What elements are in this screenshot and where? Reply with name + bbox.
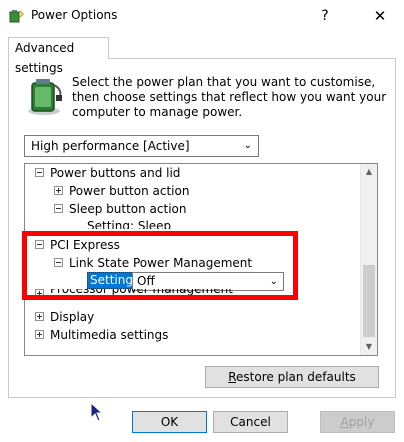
close-button[interactable]: ✕ <box>362 2 398 30</box>
window-title: Power Options <box>31 8 118 22</box>
scrollbar-thumb[interactable] <box>363 265 375 337</box>
tree-item-label: Link State Power Management <box>69 256 253 270</box>
tree-item-power-buttons-and-lid[interactable]: Power buttons and lid <box>35 164 180 182</box>
tree-item-power-button-action[interactable]: Power button action <box>54 182 189 200</box>
collapse-icon[interactable] <box>54 258 63 267</box>
restore-plan-defaults-button[interactable]: Restore plan defaults <box>205 366 379 388</box>
expand-icon[interactable] <box>35 312 44 321</box>
apply-access-key: A <box>340 415 349 429</box>
collapse-icon[interactable] <box>54 204 63 213</box>
restore-label: estore plan defaults <box>236 370 356 384</box>
chevron-down-icon: ⌄ <box>243 140 252 151</box>
tree-item-label: Sleep button action <box>69 202 187 216</box>
tree-item-sleep-button-action[interactable]: Sleep button action <box>54 200 186 218</box>
tree-item-label: Processor power management <box>50 289 233 296</box>
expand-icon[interactable] <box>35 330 44 339</box>
tree-item-label: Power buttons and lid <box>50 166 181 180</box>
power-options-icon <box>9 10 24 23</box>
tree-item-label: Power button action <box>69 184 190 198</box>
tree-item-label: PCI Express <box>50 238 120 252</box>
battery-icon <box>28 79 62 115</box>
title-bar: Power Options ? ✕ <box>0 0 404 32</box>
restore-access-key: R <box>228 370 237 384</box>
mouse-cursor-icon <box>90 402 104 422</box>
tree-item-sleep-setting[interactable]: Setting: Sleep <box>87 217 171 229</box>
tree-item-pci-express[interactable]: PCI Express <box>35 236 120 254</box>
tree-item-display[interactable]: Display <box>35 308 94 326</box>
apply-label: pply <box>348 415 375 429</box>
ok-button[interactable]: OK <box>132 411 207 433</box>
expand-icon[interactable] <box>54 186 63 195</box>
tree-item-label: Display <box>50 310 95 324</box>
power-plan-dropdown[interactable]: High performance [Active] ⌄ <box>24 135 259 157</box>
tree-item-processor-power-management[interactable]: Processor power management <box>35 289 233 297</box>
scroll-down-arrow-icon[interactable]: ▼ <box>361 339 377 355</box>
settings-tree[interactable]: Power buttons and lid Power button actio… <box>24 163 378 356</box>
power-plan-value: High performance [Active] <box>31 139 190 153</box>
collapse-icon[interactable] <box>35 240 44 249</box>
tree-scrollbar[interactable]: ▲ ▼ <box>360 164 377 355</box>
setting-value: Off <box>137 274 155 288</box>
tree-item-label: Multimedia settings <box>50 328 169 342</box>
cancel-button[interactable]: Cancel <box>213 411 288 433</box>
help-button[interactable]: ? <box>310 2 340 30</box>
chevron-down-icon: ⌄ <box>269 276 278 287</box>
description-text: Select the power plan that you want to c… <box>72 75 387 119</box>
scroll-up-arrow-icon[interactable]: ▲ <box>361 164 377 180</box>
tree-item-multimedia-settings[interactable]: Multimedia settings <box>35 326 168 344</box>
expand-icon[interactable] <box>35 289 44 297</box>
tree-item-link-state-power-management[interactable]: Link State Power Management <box>54 254 252 272</box>
apply-button[interactable]: Apply <box>320 411 395 433</box>
tree-item-label: Setting: Sleep <box>87 219 172 229</box>
collapse-icon[interactable] <box>35 168 44 177</box>
tab-advanced-settings[interactable]: Advanced settings <box>8 37 109 75</box>
